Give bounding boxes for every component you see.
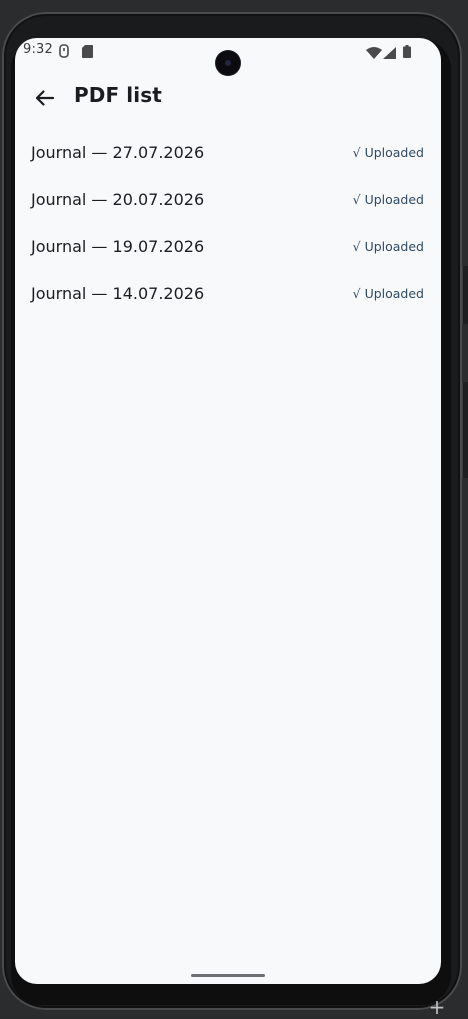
upload-status: √ Uploaded <box>352 239 424 254</box>
top-app-bar: PDF list <box>15 74 441 122</box>
cellular-signal-icon <box>383 44 396 63</box>
pdf-title: Journal — 19.07.2026 <box>31 237 205 256</box>
list-item[interactable]: Journal — 20.07.2026 √ Uploaded <box>15 179 441 226</box>
front-camera <box>216 51 240 75</box>
upload-status: √ Uploaded <box>352 192 424 207</box>
phone-screen: 9:32 PDF list Journal — 27.07.2026 √ Upl… <box>15 38 441 984</box>
gesture-nav-handle[interactable] <box>191 974 265 977</box>
upload-status: √ Uploaded <box>352 145 424 160</box>
usb-icon <box>58 43 70 62</box>
pdf-list: Journal — 27.07.2026 √ Uploaded Journal … <box>15 132 441 320</box>
battery-icon <box>403 43 411 62</box>
sd-card-icon <box>82 43 93 62</box>
list-item[interactable]: Journal — 27.07.2026 √ Uploaded <box>15 132 441 179</box>
power-button[interactable] <box>462 266 468 324</box>
list-item[interactable]: Journal — 14.07.2026 √ Uploaded <box>15 273 441 320</box>
pdf-title: Journal — 14.07.2026 <box>31 284 205 303</box>
emulator-window: 9:32 PDF list Journal — 27.07.2026 √ Upl… <box>0 0 468 1018</box>
page-title: PDF list <box>74 83 162 107</box>
back-button[interactable] <box>29 82 61 114</box>
upload-status: √ Uploaded <box>352 286 424 301</box>
wifi-icon <box>366 44 382 63</box>
list-item[interactable]: Journal — 19.07.2026 √ Uploaded <box>15 226 441 273</box>
status-time: 9:32 <box>23 42 53 57</box>
volume-button[interactable] <box>462 382 468 478</box>
arrow-back-icon <box>35 90 55 106</box>
pdf-title: Journal — 27.07.2026 <box>31 143 205 162</box>
pdf-title: Journal — 20.07.2026 <box>31 190 205 209</box>
status-bar: 9:32 <box>15 38 441 75</box>
